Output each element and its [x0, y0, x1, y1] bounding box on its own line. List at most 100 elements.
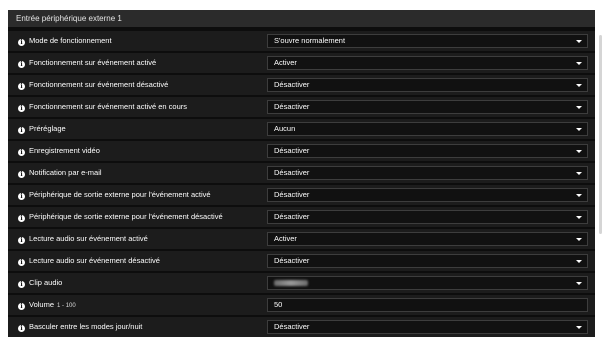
setting-label-text: Périphérique de sortie externe pour l'év…: [29, 190, 211, 199]
info-icon[interactable]: i: [18, 259, 25, 266]
setting-label: i Périphérique de sortie externe pour l'é…: [18, 207, 223, 227]
setting-select[interactable]: Désactiver: [267, 188, 588, 202]
info-icon[interactable]: i: [18, 237, 25, 244]
scrollbar[interactable]: [599, 35, 602, 234]
chevron-down-icon: [576, 106, 582, 109]
setting-label-text: Enregistrement vidéo: [29, 146, 100, 155]
setting-label: i Volume 1 - 100: [18, 295, 76, 315]
info-icon[interactable]: i: [18, 281, 25, 288]
setting-row: i Lecture audio sur événement activé Activ…: [8, 229, 595, 249]
setting-label-text: Lecture audio sur événement désactivé: [29, 256, 160, 265]
setting-label: i Lecture audio sur événement désactivé: [18, 251, 160, 271]
setting-value: Désactiver: [274, 212, 310, 221]
info-icon[interactable]: i: [18, 39, 25, 46]
setting-label-text: Fonctionnement sur événement activé: [29, 58, 157, 67]
setting-row: i Lecture audio sur événement désactivé Dé…: [8, 251, 595, 271]
setting-select[interactable]: Aucun: [267, 122, 588, 136]
setting-select[interactable]: Activer: [267, 232, 588, 246]
setting-select[interactable]: Désactiver: [267, 320, 588, 334]
setting-label: i Enregistrement vidéo: [18, 141, 100, 161]
chevron-down-icon: [576, 150, 582, 153]
setting-value: Désactiver: [274, 102, 310, 111]
setting-row: i Périphérique de sortie externe pour l'é…: [8, 185, 595, 205]
setting-label: i Clip audio: [18, 273, 62, 293]
setting-select[interactable]: Désactiver: [267, 254, 588, 268]
chevron-down-icon: [576, 216, 582, 219]
chevron-down-icon: [576, 260, 582, 263]
info-icon[interactable]: i: [18, 193, 25, 200]
setting-value: S'ouvre normalement: [274, 36, 346, 45]
setting-label-text: Notification par e-mail: [29, 168, 102, 177]
setting-label: i Basculer entre les modes jour/nuit: [18, 317, 142, 337]
setting-select[interactable]: Activer: [267, 56, 588, 70]
setting-select[interactable]: Désactiver: [267, 78, 588, 92]
setting-value: Désactiver: [274, 146, 310, 155]
setting-row: i Fonctionnement sur événement désactivé D…: [8, 75, 595, 95]
setting-value: Désactiver: [274, 168, 310, 177]
setting-label: i Lecture audio sur événement activé: [18, 229, 148, 249]
setting-row: i Notification par e-mail Désactiver: [8, 163, 595, 183]
setting-row: i Fonctionnement sur événement activé Acti…: [8, 53, 595, 73]
setting-label: i Fonctionnement sur événement activé: [18, 53, 156, 73]
settings-panel: Entrée périphérique externe 1 i Mode de f…: [8, 10, 595, 337]
setting-select[interactable]: Désactiver: [267, 144, 588, 158]
info-icon[interactable]: i: [18, 171, 25, 178]
setting-label-text: Fonctionnement sur événement activé en c…: [29, 102, 188, 111]
volume-input[interactable]: 50: [267, 298, 588, 312]
setting-row: i Périphérique de sortie externe pour l'é…: [8, 207, 595, 227]
info-icon[interactable]: i: [18, 303, 25, 310]
setting-select[interactable]: [267, 276, 588, 290]
chevron-down-icon: [576, 326, 582, 329]
setting-value: Activer: [274, 58, 297, 67]
info-icon[interactable]: i: [18, 149, 25, 156]
setting-label-text: Lecture audio sur événement activé: [29, 234, 148, 243]
setting-label: i Préréglage: [18, 119, 66, 139]
setting-row: i Fonctionnement sur événement activé en …: [8, 97, 595, 117]
setting-label-text: Mode de fonctionnement: [29, 36, 112, 45]
chevron-down-icon: [576, 282, 582, 285]
setting-label-text: Volume: [29, 300, 55, 309]
setting-value: Aucun: [274, 124, 296, 133]
setting-value: 50: [274, 300, 283, 309]
setting-value: Désactiver: [274, 80, 310, 89]
redacted-value: [274, 280, 308, 286]
info-icon[interactable]: i: [18, 83, 25, 90]
setting-label-text: Préréglage: [29, 124, 66, 133]
setting-label-text: Fonctionnement sur événement désactivé: [29, 80, 169, 89]
setting-label-text: Périphérique de sortie externe pour l'év…: [29, 212, 223, 221]
info-icon[interactable]: i: [18, 61, 25, 68]
setting-value: Désactiver: [274, 190, 310, 199]
setting-label: i Mode de fonctionnement: [18, 31, 112, 51]
info-icon[interactable]: i: [18, 105, 25, 112]
chevron-down-icon: [576, 194, 582, 197]
info-icon[interactable]: i: [18, 325, 25, 332]
setting-label-text: Basculer entre les modes jour/nuit: [29, 322, 143, 331]
chevron-down-icon: [576, 172, 582, 175]
setting-row: i Volume 1 - 100 50: [8, 295, 595, 315]
setting-select[interactable]: S'ouvre normalement: [267, 34, 588, 48]
setting-label: i Fonctionnement sur événement activé en …: [18, 97, 187, 117]
info-icon[interactable]: i: [18, 215, 25, 222]
chevron-down-icon: [576, 62, 582, 65]
setting-value: Désactiver: [274, 322, 310, 331]
setting-select[interactable]: Désactiver: [267, 210, 588, 224]
setting-select[interactable]: Désactiver: [267, 166, 588, 180]
setting-label: i Notification par e-mail: [18, 163, 102, 183]
settings-rows: i Mode de fonctionnement S'ouvre normaleme…: [8, 31, 595, 339]
setting-row: i Mode de fonctionnement S'ouvre normaleme…: [8, 31, 595, 51]
chevron-down-icon: [576, 84, 582, 87]
setting-row: i Préréglage Aucun: [8, 119, 595, 139]
setting-label: i Périphérique de sortie externe pour l'é…: [18, 185, 211, 205]
chevron-down-icon: [576, 238, 582, 241]
setting-label-text: Clip audio: [29, 278, 63, 287]
setting-range-hint: 1 - 100: [57, 303, 76, 309]
setting-row: i Enregistrement vidéo Désactiver: [8, 141, 595, 161]
chevron-down-icon: [576, 40, 582, 43]
info-icon[interactable]: i: [18, 127, 25, 134]
setting-row: i Clip audio: [8, 273, 595, 293]
setting-value: Désactiver: [274, 256, 310, 265]
setting-select[interactable]: Désactiver: [267, 100, 588, 114]
setting-label: i Fonctionnement sur événement désactivé: [18, 75, 168, 95]
setting-row: i Basculer entre les modes jour/nuit Désac…: [8, 317, 595, 337]
section-header: Entrée périphérique externe 1: [8, 10, 595, 27]
